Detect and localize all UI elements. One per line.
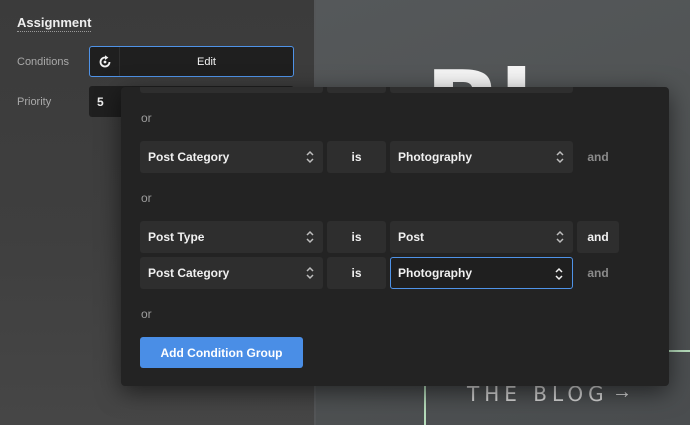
conditions-label: Conditions — [17, 56, 69, 68]
section-title: Assignment — [17, 15, 92, 32]
chevron-updown-icon — [556, 150, 564, 164]
priority-label: Priority — [17, 96, 52, 108]
value-text: Photography — [398, 150, 472, 164]
field-value: Post Category — [148, 266, 230, 280]
field-value: Post Type — [148, 230, 205, 244]
and-connector[interactable]: and — [577, 221, 619, 253]
operator-select[interactable]: is — [327, 257, 386, 289]
operator-select[interactable] — [327, 87, 386, 93]
value-text: Post — [398, 230, 425, 244]
edit-conditions-button[interactable]: Edit — [89, 46, 294, 77]
field-select[interactable]: Post Type — [140, 221, 323, 253]
and-connector[interactable]: and — [577, 141, 619, 173]
field-value: Post Category — [148, 150, 230, 164]
field-select[interactable]: Post Category — [140, 257, 323, 289]
refresh-icon — [90, 47, 120, 76]
value-select[interactable]: Photography — [390, 257, 573, 289]
value-select[interactable] — [390, 87, 573, 93]
conditions-popup: or Post Category is Photography and or P… — [121, 87, 669, 386]
edit-label: Edit — [197, 55, 216, 68]
value-text: Photography — [398, 266, 472, 280]
operator-select[interactable]: is — [327, 221, 386, 253]
value-select[interactable]: Photography — [390, 141, 573, 173]
or-separator: or — [141, 111, 152, 125]
chevron-updown-icon — [306, 150, 314, 164]
chevron-updown-icon — [306, 266, 314, 280]
chevron-updown-icon — [555, 267, 563, 281]
field-select[interactable]: Post Category — [140, 141, 323, 173]
add-condition-group-button[interactable]: Add Condition Group — [140, 337, 303, 368]
operator-select[interactable]: is — [327, 141, 386, 173]
or-separator: or — [141, 191, 152, 205]
chevron-updown-icon — [556, 230, 564, 244]
or-separator: or — [141, 307, 152, 321]
and-connector[interactable]: and — [577, 257, 619, 289]
field-select[interactable] — [140, 87, 323, 93]
value-select[interactable]: Post — [390, 221, 573, 253]
chevron-updown-icon — [306, 230, 314, 244]
